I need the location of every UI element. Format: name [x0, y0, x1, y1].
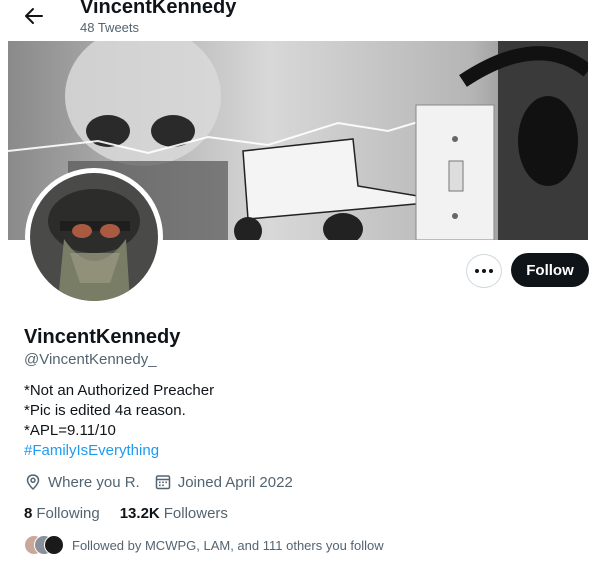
hashtag-link[interactable]: #FamilyIsEverything: [24, 441, 214, 461]
handle: @VincentKennedy_: [24, 351, 157, 368]
location-icon: [26, 474, 40, 491]
following-label: Following: [36, 505, 100, 522]
follow-counts: 8 Following 13.2K Followers: [24, 505, 248, 522]
bio-line: *Not an Authorized Preacher: [24, 382, 215, 399]
avatar-frame: [25, 168, 163, 306]
top-bar: VincentKennedy 48 Tweets: [0, 0, 590, 40]
bio-line: *Pic is edited 4a reason.: [24, 402, 186, 419]
back-arrow-icon[interactable]: [20, 2, 48, 30]
follower-avatar: [44, 535, 64, 555]
joined-text: Joined April 2022: [177, 473, 293, 491]
joined-date: Joined April 2022: [154, 473, 293, 491]
followers-link[interactable]: 13.2K Followers: [120, 505, 228, 522]
header-title: VincentKennedy: [80, 0, 237, 18]
profile-meta: Where you R. Joined April 2022: [24, 473, 307, 491]
display-name: VincentKennedy: [24, 326, 181, 348]
bio: *Not an Authorized Preacher *Pic is edit…: [24, 381, 214, 461]
followed-by-text: Followed by MCWPG, LAM, and 111 others y…: [72, 537, 384, 553]
location-text: Where you R.: [48, 473, 140, 491]
tweet-count: 48 Tweets: [80, 20, 140, 35]
following-count: 8: [24, 505, 33, 522]
more-icon: [467, 255, 501, 287]
followers-count: 13.2K: [119, 505, 160, 522]
follow-button[interactable]: Follow: [511, 253, 589, 287]
avatar[interactable]: [30, 173, 158, 301]
follower-avatars: [24, 535, 64, 555]
following-link[interactable]: 8 Following: [24, 505, 100, 522]
more-options-button[interactable]: [466, 254, 502, 288]
bio-line: *APL=9.11/10: [24, 422, 116, 439]
followers-label: Followers: [163, 505, 228, 522]
location: Where you R.: [24, 473, 140, 491]
calendar-icon: [155, 475, 170, 490]
followed-by[interactable]: Followed by MCWPG, LAM, and 111 others y…: [24, 535, 384, 555]
